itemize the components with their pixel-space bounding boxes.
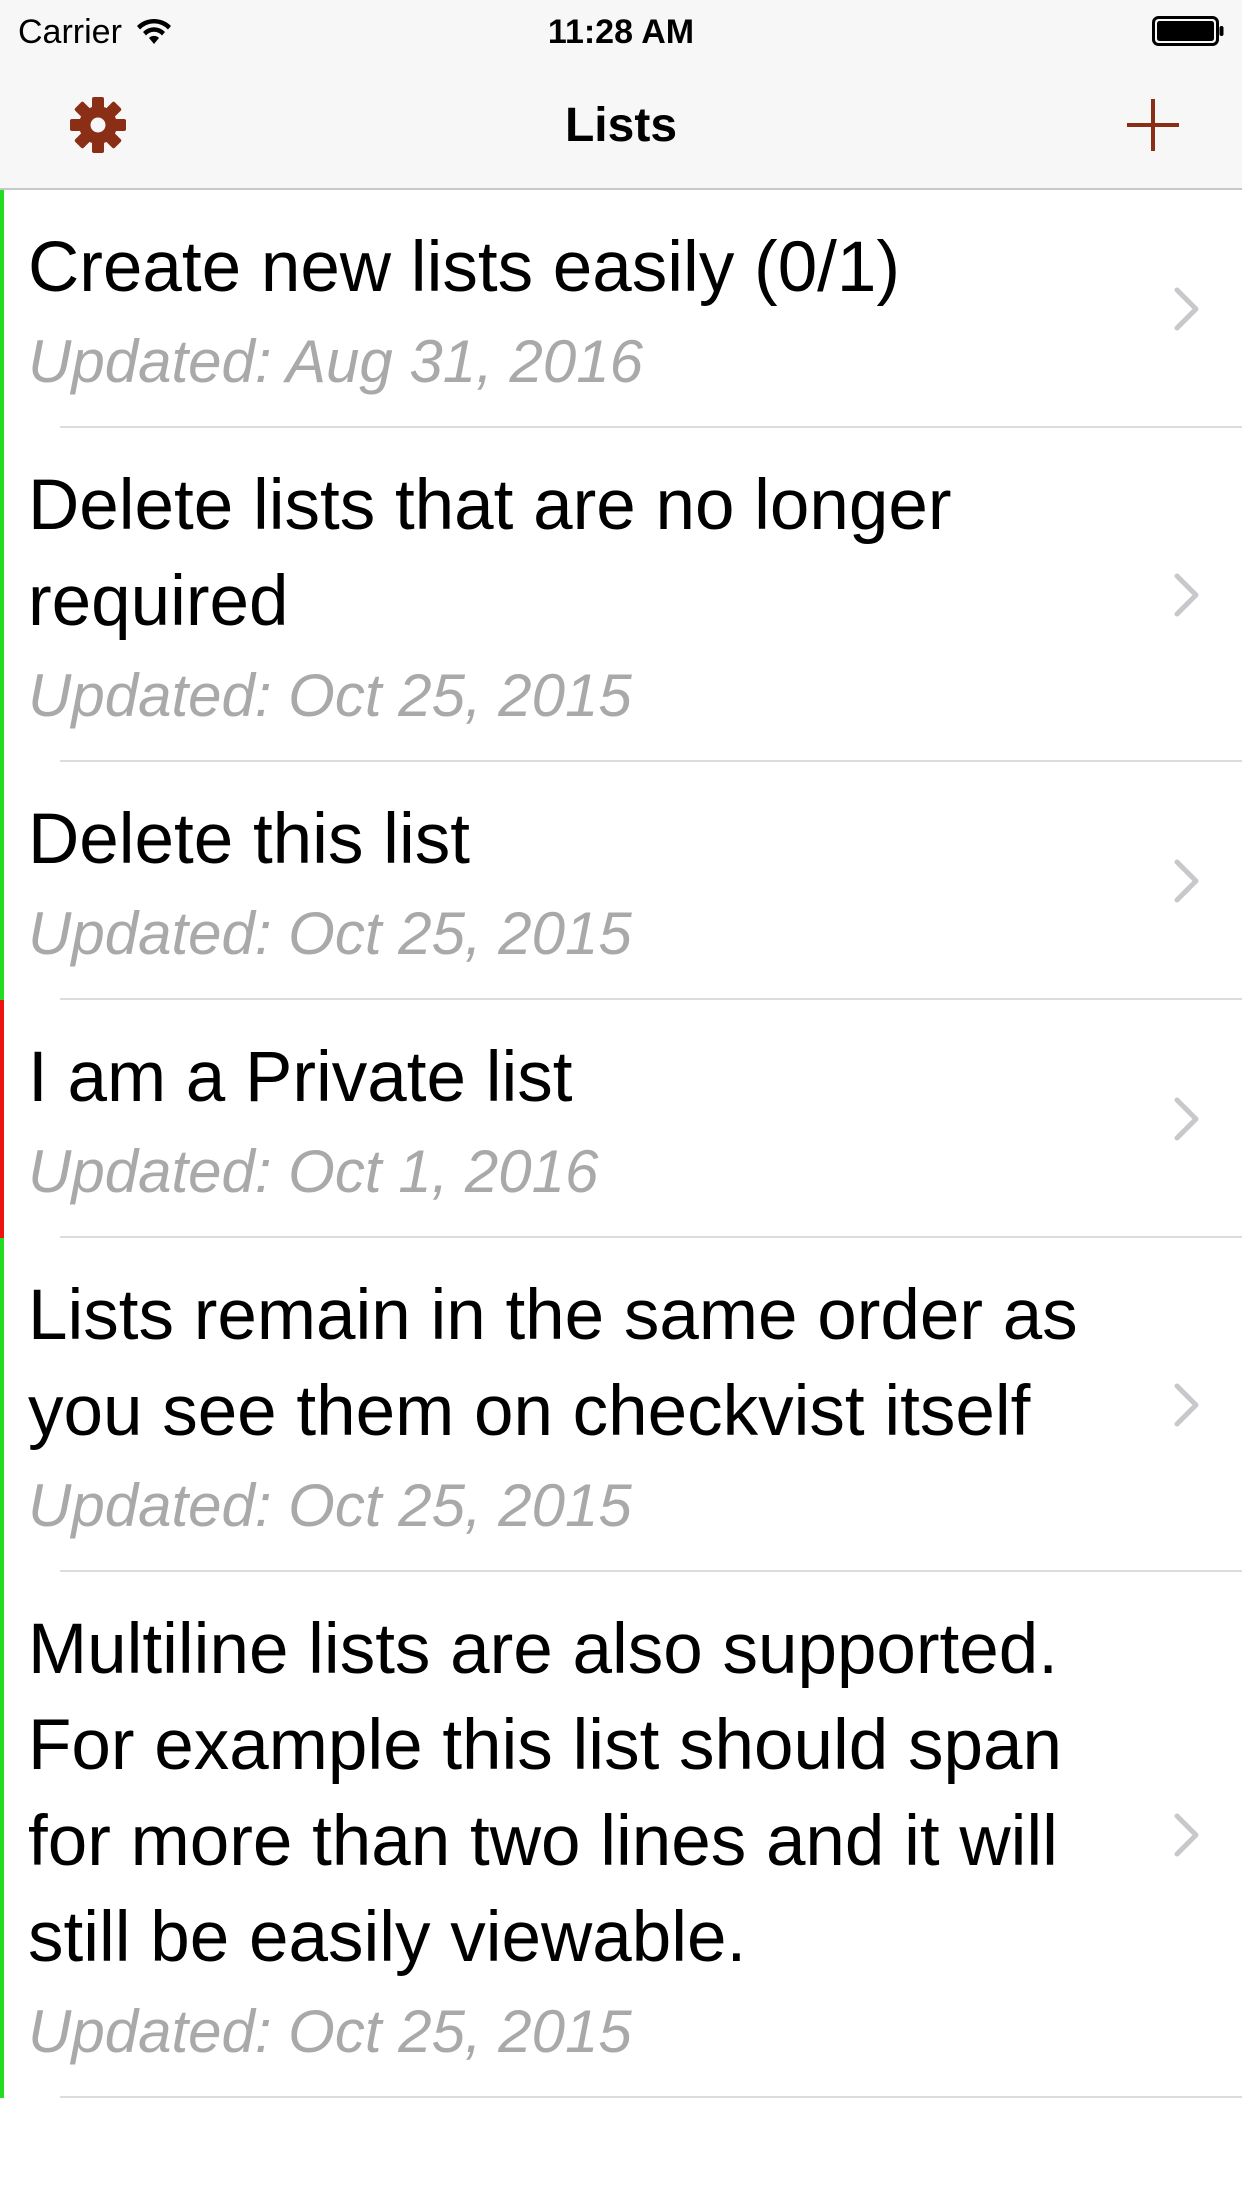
list-color-indicator: [0, 428, 4, 762]
list-item-title: Lists remain in the same order as you se…: [28, 1276, 1078, 1451]
add-list-button[interactable]: [1118, 92, 1188, 158]
list-item-updated: Updated: Oct 25, 2015: [28, 662, 632, 729]
list-item-title: Create new lists easily (0/1): [28, 228, 901, 307]
list-item[interactable]: Multiline lists are also supported. For …: [0, 1572, 1242, 2098]
status-time: 11:28 AM: [547, 13, 695, 51]
chevron-right-icon: [1174, 287, 1199, 331]
list-item-title: Delete this list: [28, 800, 470, 879]
chevron-right-icon: [1174, 573, 1199, 617]
chevron-right-icon: [1174, 1383, 1199, 1427]
list-item-updated: Updated: Aug 31, 2016: [28, 328, 643, 395]
chevron-right-icon: [1174, 1097, 1199, 1141]
lists-table: Create new lists easily (0/1) Updated: A…: [0, 190, 1242, 2098]
status-bar: Carrier 11:28 AM: [0, 0, 1242, 62]
list-item-updated: Updated: Oct 1, 2016: [28, 1138, 599, 1205]
page-title: Lists: [564, 99, 678, 152]
row-divider: [60, 2096, 1242, 2098]
list-item-title: Delete lists that are no longer required: [28, 466, 952, 641]
chevron-right-icon: [1174, 1813, 1199, 1857]
list-item-updated: Updated: Oct 25, 2015: [28, 900, 632, 967]
battery-icon: [1152, 16, 1224, 46]
list-item-title: I am a Private list: [28, 1038, 573, 1117]
list-item[interactable]: Delete lists that are no longer required…: [0, 428, 1242, 762]
list-item[interactable]: Delete this list Updated: Oct 25, 2015: [0, 762, 1242, 1000]
screen: Carrier 11:28 AM Lists Create new lists …: [0, 0, 1242, 2208]
chevron-right-icon: [1174, 859, 1199, 903]
list-color-indicator: [0, 190, 4, 428]
list-item[interactable]: Create new lists easily (0/1) Updated: A…: [0, 190, 1242, 428]
list-item[interactable]: I am a Private list Updated: Oct 1, 2016: [0, 1000, 1242, 1238]
list-color-indicator: [0, 1238, 4, 1572]
list-item-updated: Updated: Oct 25, 2015: [28, 1998, 632, 2065]
list-color-indicator: [0, 1000, 4, 1238]
navigation-bar: Lists: [0, 62, 1242, 190]
list-item-updated: Updated: Oct 25, 2015: [28, 1472, 632, 1539]
list-item-title: Multiline lists are also supported. For …: [28, 1610, 1062, 1977]
list-item[interactable]: Lists remain in the same order as you se…: [0, 1238, 1242, 1572]
list-color-indicator: [0, 762, 4, 1000]
list-color-indicator: [0, 1572, 4, 2098]
plus-icon: [1127, 99, 1179, 151]
